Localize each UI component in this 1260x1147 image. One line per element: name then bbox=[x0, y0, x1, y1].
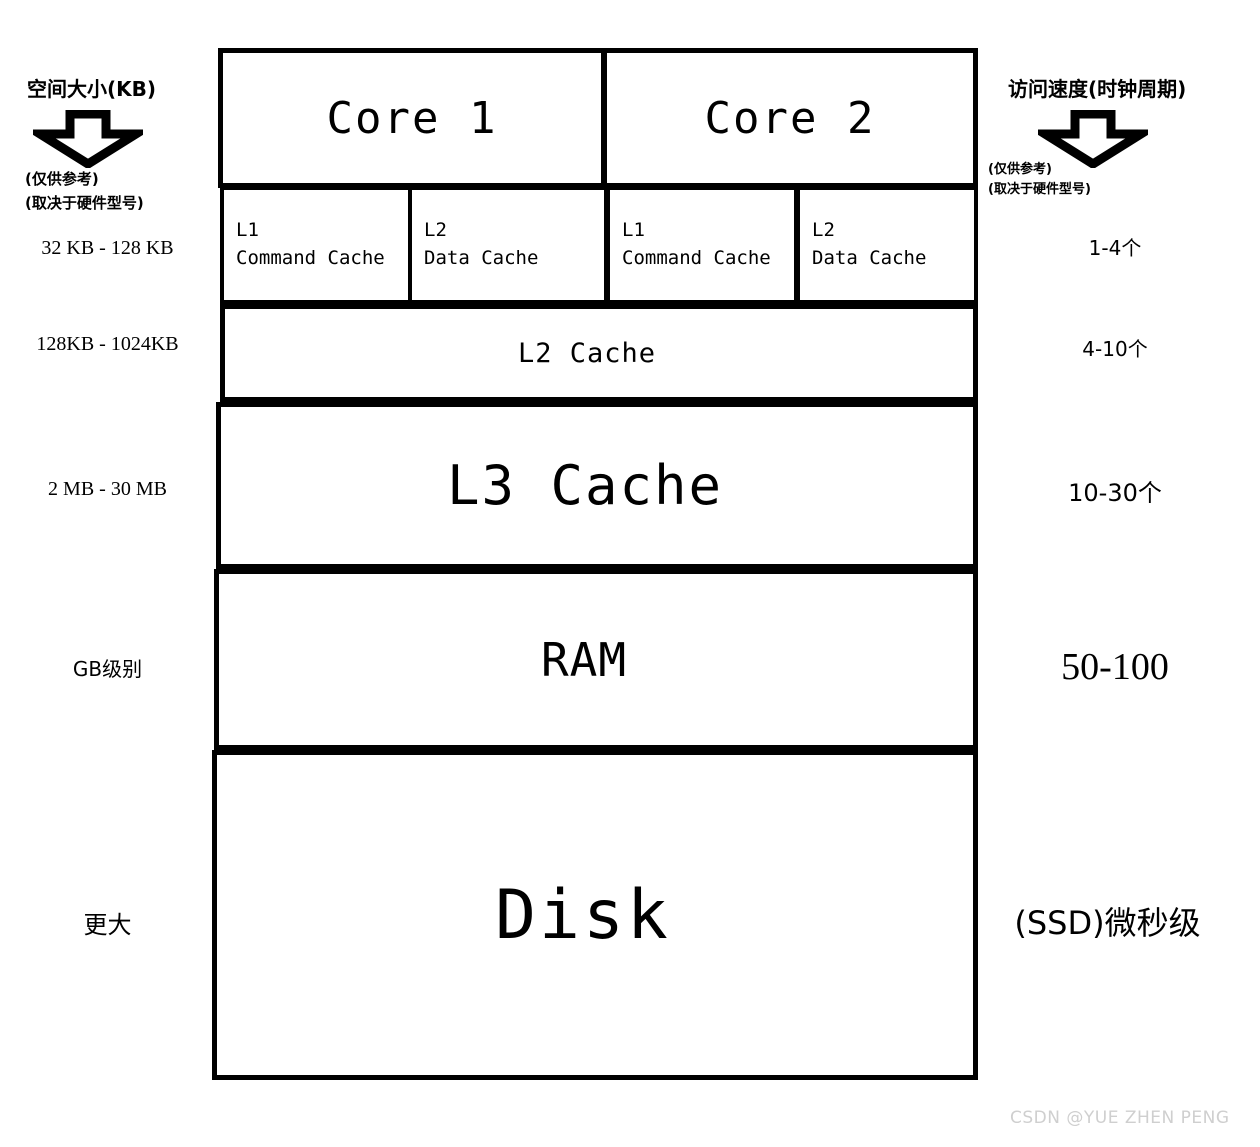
right-axis-value-l1: 1-4个 bbox=[1088, 236, 1142, 260]
core-label: Core 2 bbox=[704, 92, 876, 144]
l3-cache-label: L3 Cache bbox=[446, 454, 724, 517]
left-axis-note-1: (仅供参考) bbox=[25, 170, 99, 188]
ram-box[interactable]: RAM bbox=[214, 569, 978, 750]
cache-name: Data Cache bbox=[812, 247, 927, 269]
core-box-1[interactable]: Core 1 bbox=[218, 48, 606, 188]
core2-l1-command-cache-box[interactable]: L1 Command Cache bbox=[606, 186, 798, 304]
cache-name: Data Cache bbox=[424, 247, 539, 269]
left-axis-value-l1: 32 KB - 128 KB bbox=[41, 237, 174, 259]
left-axis-title: 空间大小(KB) bbox=[27, 77, 157, 101]
left-axis-value-disk: 更大 bbox=[83, 911, 132, 939]
cache-level: L2 bbox=[812, 219, 835, 242]
right-axis-title: 访问速度(时钟周期) bbox=[1008, 77, 1187, 101]
right-axis-value-l2: 4-10个 bbox=[1082, 337, 1148, 361]
right-axis-note-2: (取决于硬件型号) bbox=[988, 182, 1091, 197]
core1-l1-command-cache-box[interactable]: L1 Command Cache bbox=[220, 186, 412, 304]
left-axis-note-2: (取决于硬件型号) bbox=[25, 194, 144, 212]
cache-level: L1 bbox=[622, 219, 645, 242]
cache-name: Command Cache bbox=[236, 247, 385, 269]
watermark-text: CSDN @YUE ZHEN PENG bbox=[1010, 1108, 1230, 1128]
cache-name: Command Cache bbox=[622, 247, 771, 269]
l2-cache-label: L2 Cache bbox=[517, 337, 657, 369]
core-box-2[interactable]: Core 2 bbox=[602, 48, 978, 188]
right-axis-value-disk: (SSD)微秒级 bbox=[1014, 904, 1201, 942]
left-axis-value-l2: 128KB - 1024KB bbox=[36, 333, 179, 355]
left-axis-value-l3: 2 MB - 30 MB bbox=[48, 478, 167, 500]
right-axis-value-l3: 10-30个 bbox=[1068, 479, 1162, 507]
core2-l2-data-cache-box[interactable]: L2 Data Cache bbox=[796, 186, 978, 304]
cache-level: L1 bbox=[236, 219, 259, 242]
disk-label: Disk bbox=[495, 875, 671, 955]
cache-level: L2 bbox=[424, 219, 447, 242]
right-axis-note-1: (仅供参考) bbox=[988, 162, 1052, 177]
down-arrow-icon bbox=[24, 109, 152, 170]
right-axis-value-ram: 50-100 bbox=[1061, 646, 1169, 688]
l2-cache-box[interactable]: L2 Cache bbox=[220, 304, 978, 402]
core-label: Core 1 bbox=[326, 92, 498, 144]
l3-cache-box[interactable]: L3 Cache bbox=[216, 402, 978, 569]
left-axis-value-ram: GB级别 bbox=[72, 657, 143, 681]
down-arrow-icon bbox=[1029, 109, 1157, 170]
disk-box[interactable]: Disk bbox=[212, 750, 978, 1080]
core1-l2-data-cache-box[interactable]: L2 Data Cache bbox=[408, 186, 608, 304]
ram-label: RAM bbox=[540, 632, 628, 687]
